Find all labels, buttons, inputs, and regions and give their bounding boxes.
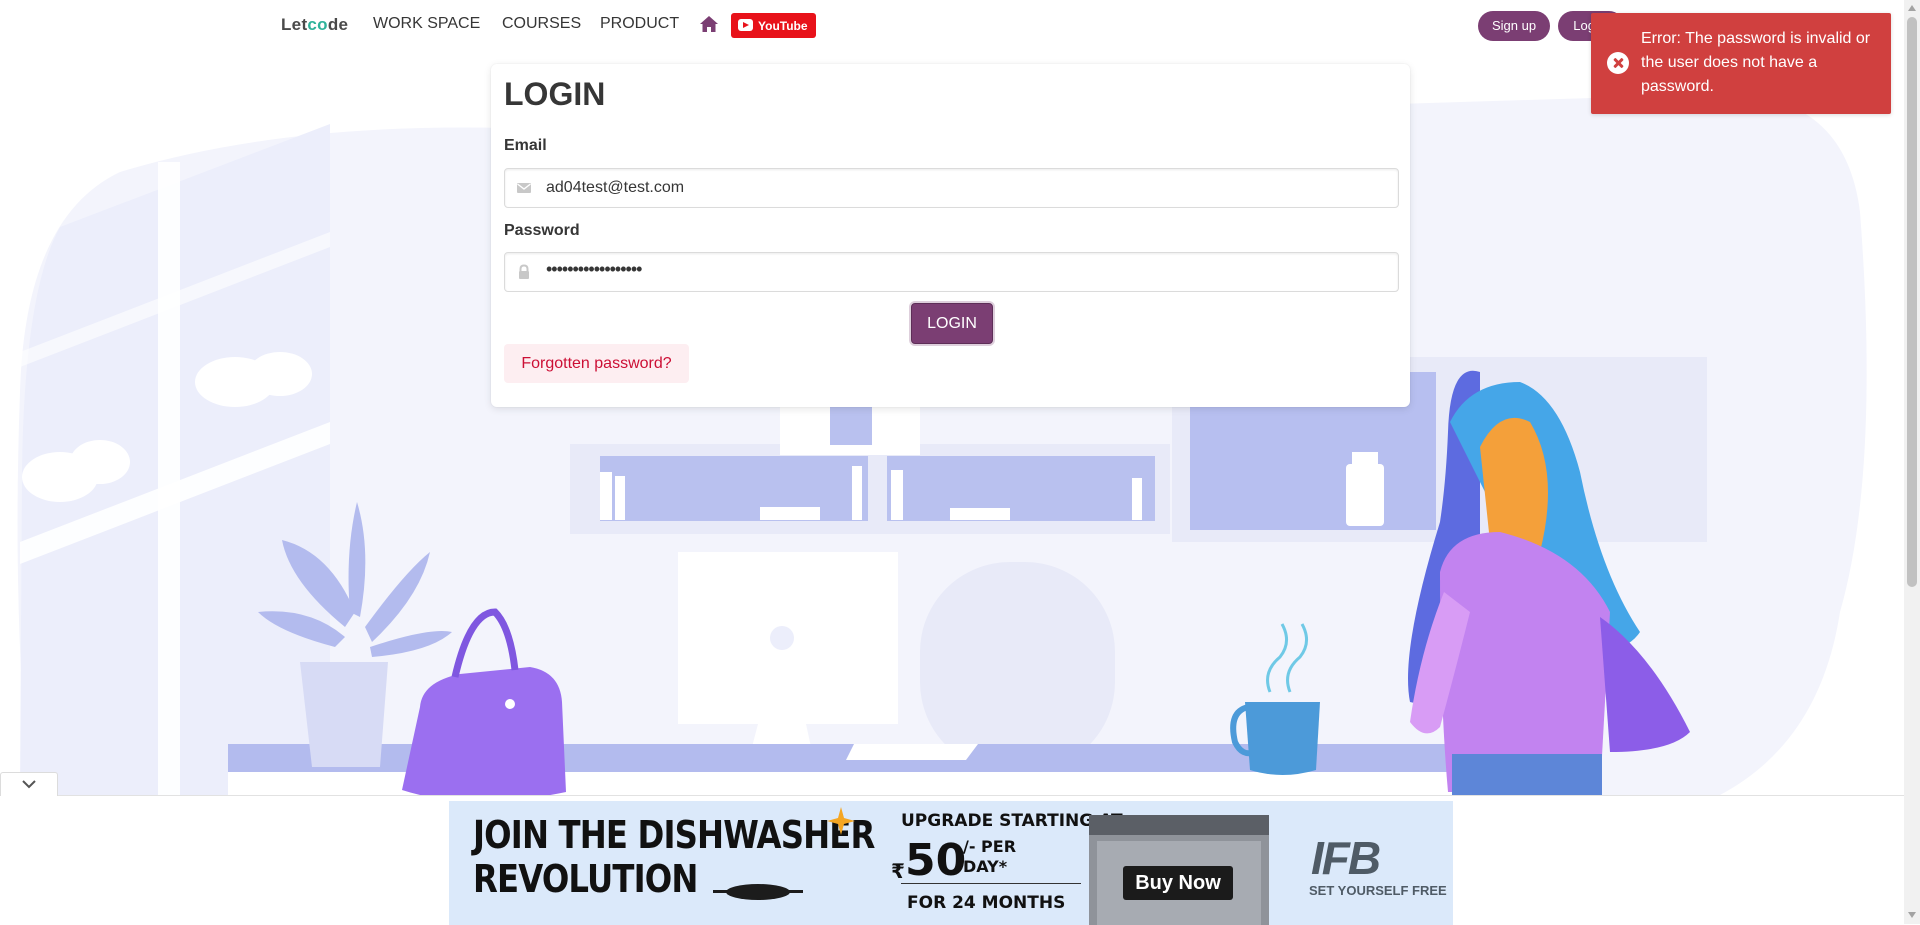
signup-button[interactable]: Sign up	[1478, 11, 1550, 41]
lock-icon	[519, 264, 529, 279]
youtube-icon	[738, 19, 753, 31]
error-message: Error: The password is invalid or the us…	[1641, 30, 1871, 95]
ad-divider	[901, 883, 1081, 884]
ad-months: FOR 24 MONTHS	[907, 893, 1066, 913]
login-submit-button[interactable]: LOGIN	[911, 303, 993, 344]
youtube-button[interactable]: YouTube	[731, 13, 816, 38]
chevron-down-icon	[22, 780, 36, 789]
ad-brand-logo: IFB	[1311, 832, 1381, 884]
password-field[interactable]: ••••••••••••••••••	[504, 252, 1399, 292]
login-card: LOGIN Email ad04test@test.com Password •…	[491, 64, 1410, 407]
ad-buy-now-button[interactable]: Buy Now	[1123, 866, 1233, 900]
page-title: LOGIN	[504, 76, 606, 112]
ad-collapse-toggle[interactable]	[0, 772, 58, 796]
brand-prefix: Let	[281, 15, 308, 34]
ad-tagline: SET YOURSELF FREE	[1309, 883, 1447, 898]
scroll-down-arrow[interactable]	[1908, 912, 1916, 918]
ad-price: 50	[905, 835, 967, 886]
home-icon[interactable]	[699, 15, 719, 33]
ad-headline-1: JOIN THE DISHWASHER	[473, 813, 875, 857]
password-label: Password	[504, 222, 580, 239]
brand-logo[interactable]: Letcode	[281, 15, 348, 35]
ad-banner[interactable]: JOIN THE DISHWASHER REVOLUTION UPGRADE S…	[449, 801, 1453, 925]
brand-accent: co	[307, 15, 328, 34]
password-value: ••••••••••••••••••	[546, 259, 642, 279]
ad-day: DAY*	[963, 857, 1008, 876]
youtube-label: YouTube	[758, 19, 808, 33]
email-field[interactable]: ad04test@test.com	[504, 168, 1399, 208]
pan-image	[713, 884, 803, 900]
nav-courses[interactable]: COURSES	[502, 15, 581, 33]
error-circle-icon	[1607, 52, 1629, 74]
sparkle-icon	[827, 807, 855, 835]
email-label: Email	[504, 137, 547, 154]
ad-per: /- PER	[963, 837, 1017, 856]
scroll-thumb[interactable]	[1907, 17, 1917, 587]
brand-suffix: de	[327, 15, 349, 34]
ad-currency: ₹	[891, 859, 905, 883]
forgot-password-button[interactable]: Forgotten password?	[504, 344, 689, 383]
page-scrollbar[interactable]	[1904, 0, 1920, 924]
ad-banner-container: JOIN THE DISHWASHER REVOLUTION UPGRADE S…	[0, 795, 1904, 925]
email-value: ad04test@test.com	[546, 179, 685, 196]
envelope-icon	[517, 183, 531, 193]
nav-workspace[interactable]: WORK SPACE	[373, 15, 480, 33]
error-toast[interactable]: Error: The password is invalid or the us…	[1591, 13, 1891, 114]
nav-product[interactable]: PRODUCT	[600, 15, 679, 33]
scroll-up-arrow[interactable]	[1908, 5, 1916, 11]
ad-headline-2: REVOLUTION	[473, 857, 698, 901]
